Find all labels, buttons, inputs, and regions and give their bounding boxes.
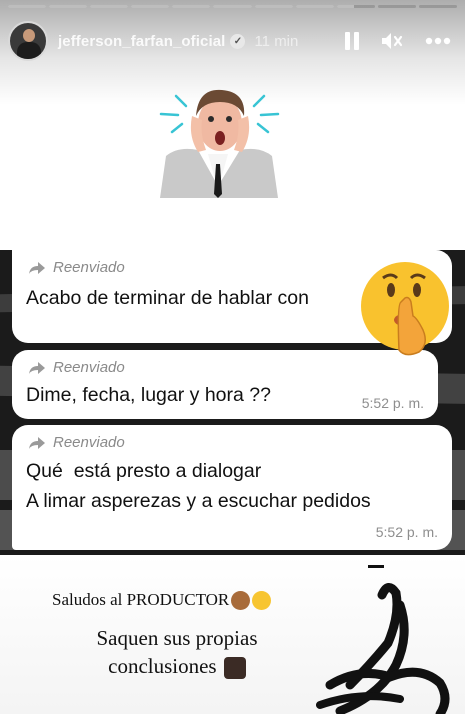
progress-segment-fill (254, 5, 293, 8)
message-time: 5:52 p. m. (375, 524, 438, 540)
username-link[interactable]: jefferson_farfan_oficial (58, 33, 225, 50)
caption-text: Saludos al PRODUCTOR (52, 590, 230, 609)
shushing-face-emoji-icon (357, 260, 457, 360)
avatar[interactable] (8, 21, 48, 61)
progress-segment (254, 5, 293, 8)
progress-segment (377, 5, 416, 8)
progress-segment-fill (90, 5, 129, 8)
forward-arrow-icon (29, 361, 45, 374)
message-text: Qué está presto a dialogar A limar asper… (26, 460, 371, 512)
tears-of-joy-icon (252, 590, 272, 610)
progress-segment-fill (336, 5, 354, 8)
progress-segment (336, 5, 375, 8)
forwarded-label: Reenviado (28, 259, 125, 276)
progress-segment (172, 5, 211, 8)
progress-segment-fill (49, 5, 88, 8)
story-viewer[interactable]: jefferson_farfan_oficial ✓ 11 min Reenvi… (0, 0, 465, 714)
progress-segment (131, 5, 170, 8)
caption-line-2: Saquen sus propias conclusiones (68, 624, 286, 680)
chat-bubble: Reenviado Qué está presto a dialogar A l… (12, 425, 452, 550)
progress-segment-fill (8, 5, 47, 8)
story-header: jefferson_farfan_oficial ✓ 11 min (8, 18, 451, 64)
progress-segment-fill (172, 5, 211, 8)
message-text: Acabo de terminar de hablar con (26, 287, 309, 309)
progress-segment-fill (295, 5, 334, 8)
avatar-head (23, 29, 35, 42)
progress-segment (418, 5, 458, 8)
avatar-body (17, 42, 41, 59)
forward-arrow-icon (29, 261, 45, 274)
verified-badge-icon: ✓ (230, 33, 246, 49)
chat-bubble: Reenviado Dime, fecha, lugar y hora ?? 5… (12, 350, 438, 419)
progress-segment (213, 5, 252, 8)
caption-line-1: Saludos al PRODUCTOR (52, 590, 272, 610)
speaker-muted-icon[interactable] (381, 31, 403, 51)
posted-time: 11 min (254, 32, 299, 50)
pointing-hand-drawing (300, 565, 465, 714)
progress-segment-fill (213, 5, 252, 8)
shrugging-person-icon (223, 657, 246, 680)
forwarded-text: Reenviado (53, 259, 125, 276)
surprised-man-sticker (158, 86, 280, 198)
forwarded-label: Reenviado (28, 434, 125, 451)
forwarded-text: Reenviado (53, 359, 125, 376)
progress-segment-fill (131, 5, 170, 8)
forwarded-text: Reenviado (53, 434, 125, 451)
progress-segment (49, 5, 88, 8)
more-options-icon[interactable] (425, 37, 451, 45)
see-no-evil-monkey-icon (231, 590, 251, 610)
pause-icon[interactable] (345, 32, 359, 50)
story-progress-bar (8, 5, 458, 8)
message-time: 5:52 p. m. (361, 395, 424, 411)
progress-segment (295, 5, 334, 8)
progress-segment (8, 5, 47, 8)
story-controls (345, 31, 451, 51)
forward-arrow-icon (29, 436, 45, 449)
message-text: Dime, fecha, lugar y hora ?? (26, 384, 271, 406)
progress-segment (90, 5, 129, 8)
forwarded-label: Reenviado (28, 359, 125, 376)
